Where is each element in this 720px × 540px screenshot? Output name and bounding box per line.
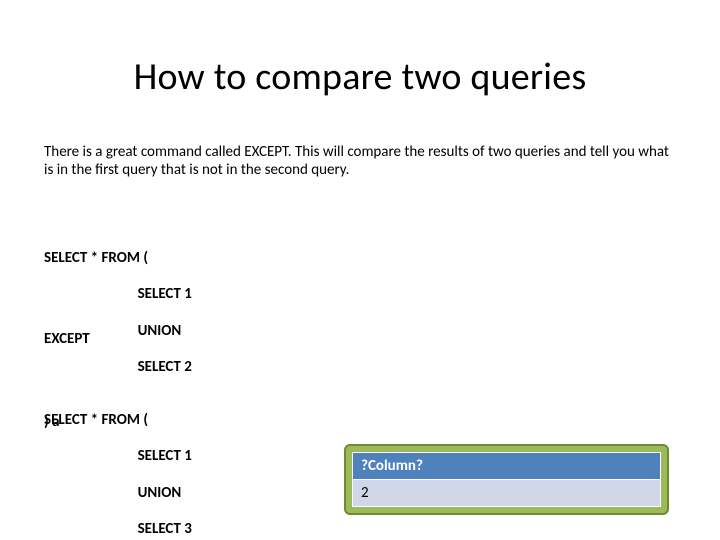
code-line: UNION xyxy=(58,484,182,502)
code-line: SELECT 1 xyxy=(58,447,192,465)
table-header-row: ?Column? xyxy=(353,453,661,480)
code-except: EXCEPT xyxy=(44,330,90,348)
table-cell: 2 xyxy=(353,480,661,507)
result-box: ?Column? 2 xyxy=(344,444,669,515)
result-table: ?Column? 2 xyxy=(352,452,661,507)
code-line: SELECT 1 xyxy=(58,285,192,303)
table-row: 2 xyxy=(353,480,661,507)
table-header-cell: ?Column? xyxy=(353,453,661,480)
intro-paragraph: There is a great command called EXCEPT. … xyxy=(44,144,674,179)
code-line: SELECT * FROM ( xyxy=(44,249,192,267)
page-title: How to compare two queries xyxy=(0,54,720,100)
code-line: SELECT * FROM ( xyxy=(44,411,192,429)
code-block-b: SELECT * FROM ( SELECT 1 UNION SELECT 3 … xyxy=(44,374,192,540)
code-line: SELECT 3 xyxy=(58,520,192,538)
slide: How to compare two queries There is a gr… xyxy=(0,0,720,540)
